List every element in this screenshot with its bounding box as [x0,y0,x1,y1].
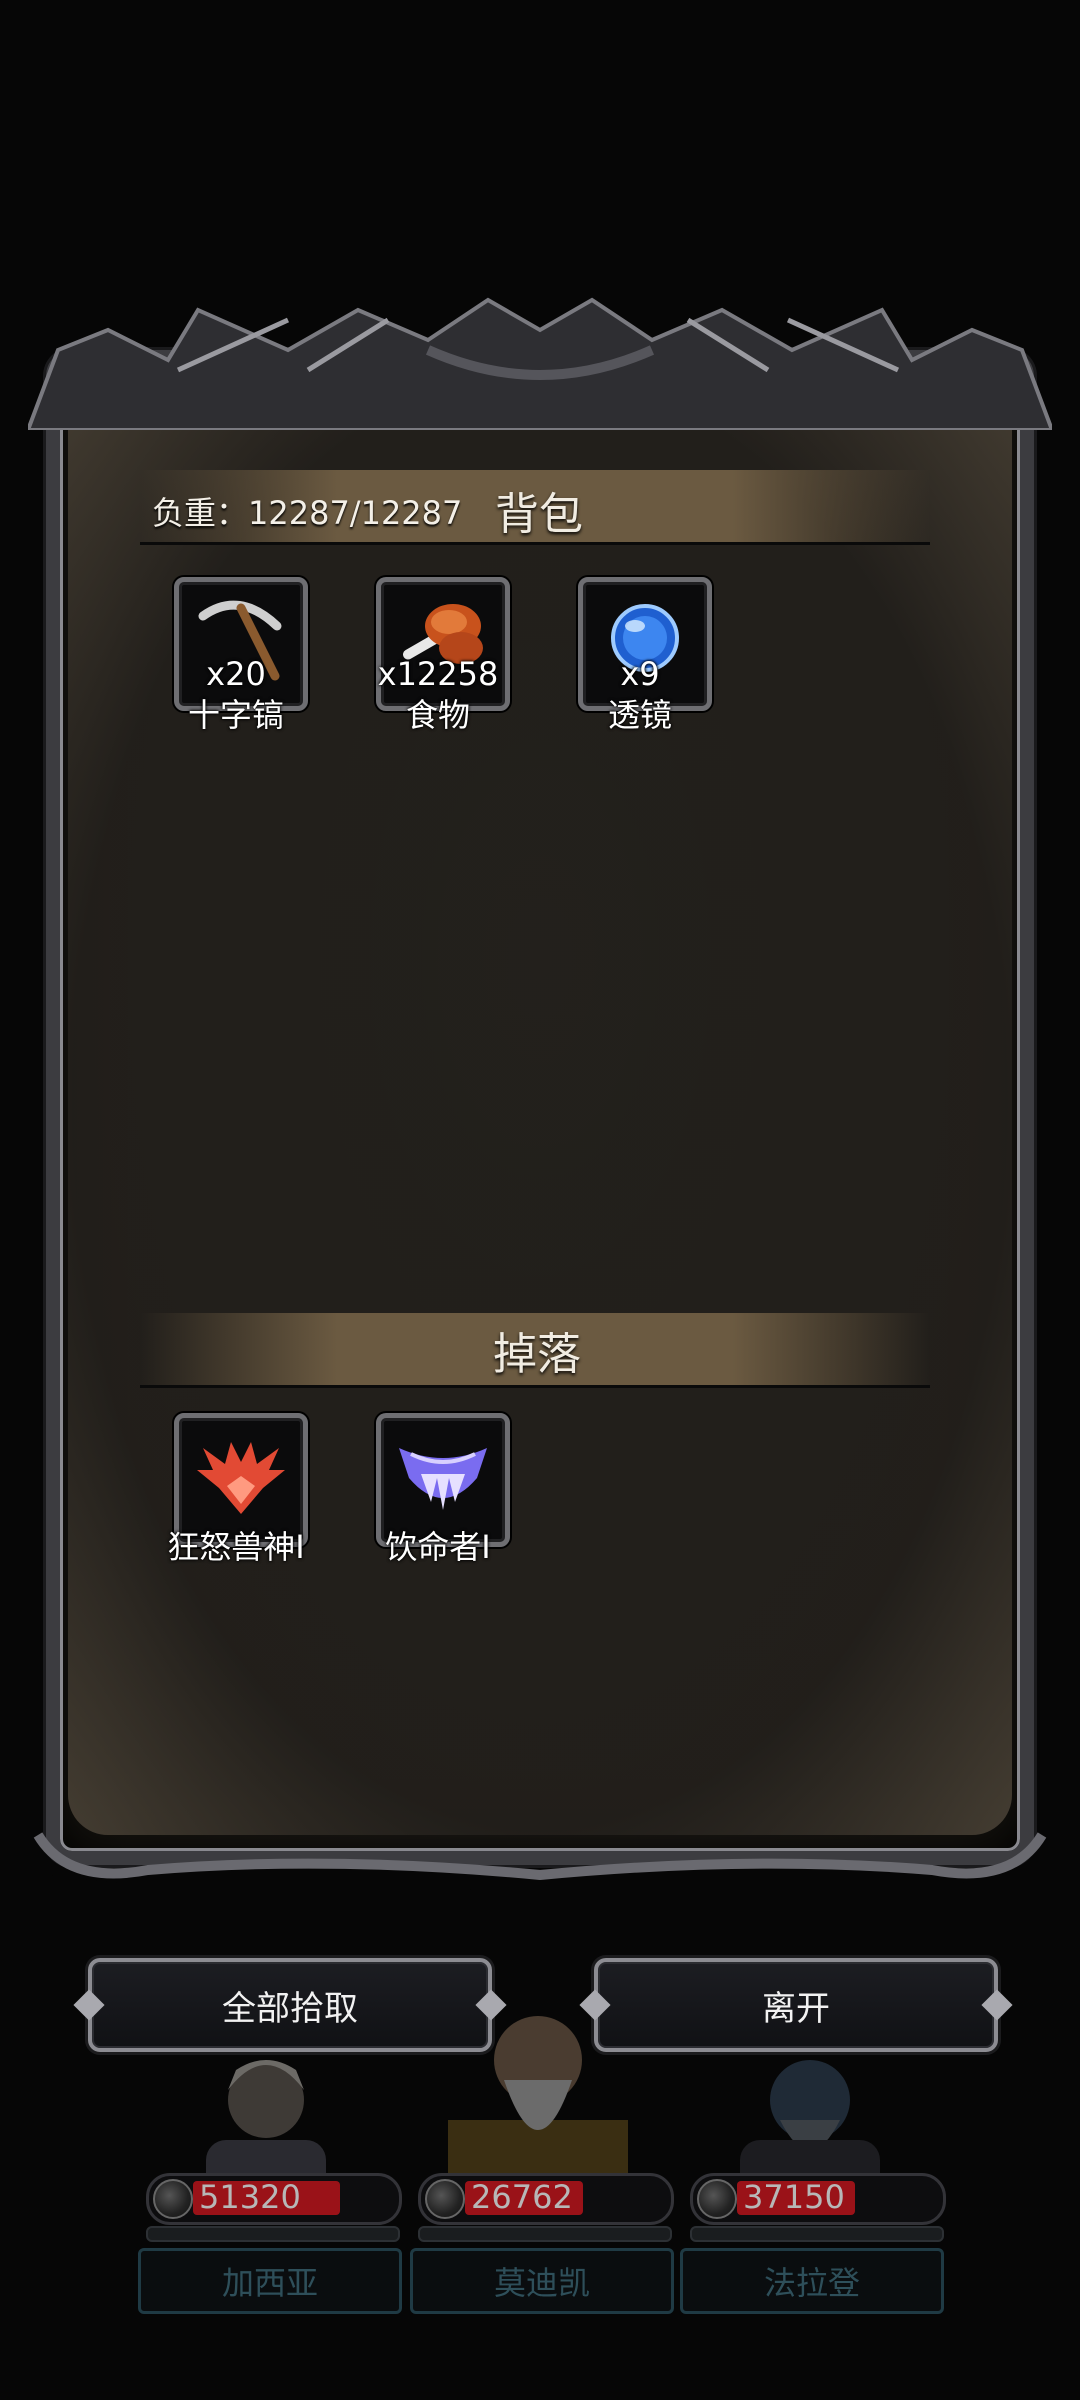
button-ornament [73,1989,105,2021]
pick-all-button[interactable]: 全部拾取 [73,1958,507,2052]
hero-mp-bar-2 [418,2226,672,2242]
hp-orb-icon [425,2179,465,2219]
bag-title: 背包 [495,489,583,540]
item-name: 食物 [405,696,470,734]
hp-orb-icon [697,2179,737,2219]
item-name: 狂怒兽神Ⅰ [167,1528,305,1566]
item-qty: x20 [206,655,266,693]
hero-name-plate-3[interactable]: 法拉登 [680,2248,944,2314]
leave-button[interactable]: 离开 [579,1958,1013,2052]
button-ornament [981,1989,1013,2021]
item-qty: x12258 [377,655,499,693]
hero-hp-value: 51320 [199,2178,301,2216]
item-name: 十字镐 [187,696,284,734]
hero-hp-value: 26762 [471,2178,573,2216]
hero-mp-bar-3 [690,2226,944,2242]
hero-name-plate-2[interactable]: 莫迪凯 [410,2248,674,2314]
pick-all-label: 全部拾取 [222,1988,358,2029]
drop-title: 掉落 [493,1329,581,1380]
hero-hp-bar-3: 37150 [690,2173,946,2225]
hero-hp-bar-1: 51320 [146,2173,402,2225]
ornate-top-crest [28,297,1052,430]
hero-hp-bar-2: 26762 [418,2173,674,2225]
hero-hp-value: 37150 [743,2178,845,2216]
item-qty: x9 [620,655,660,693]
hero-name-plate-1[interactable]: 加西亚 [138,2248,402,2314]
weight-label: 负重：12287/12287 [152,494,463,532]
item-name: 饮命者Ⅰ [385,1528,491,1566]
hp-orb-icon [153,2179,193,2219]
leave-label: 离开 [762,1988,830,2029]
item-name: 透镜 [607,696,672,734]
hero-mp-bar-1 [146,2226,400,2242]
ornate-bottom-border [28,1815,1052,1905]
